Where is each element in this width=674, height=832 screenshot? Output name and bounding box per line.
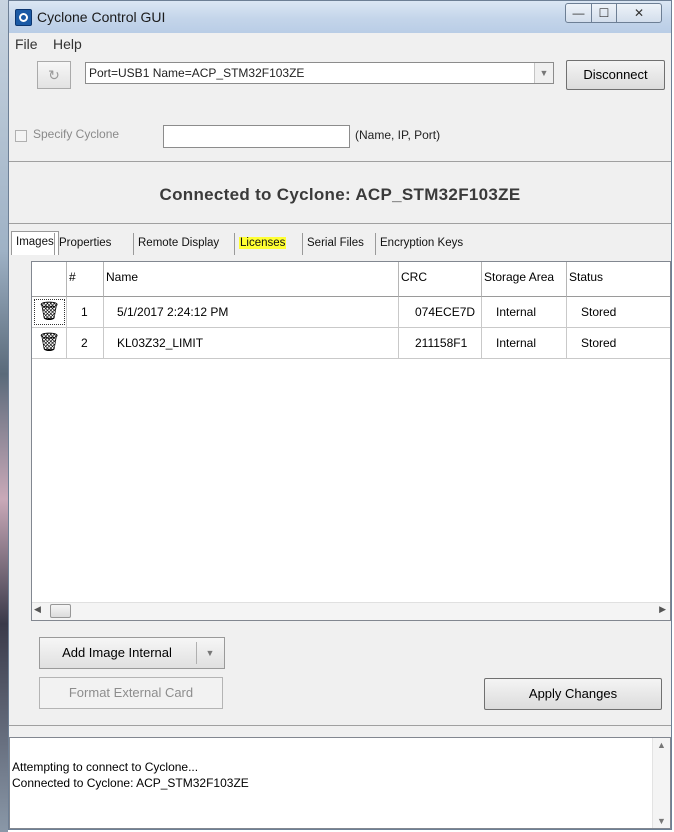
horizontal-scrollbar[interactable]: ◀ ▶ [32,602,670,620]
trash-icon[interactable]: 🗑 [32,328,67,358]
connection-status-heading: Connected to Cyclone: ACP_STM32F103ZE [159,185,521,204]
title-bar[interactable]: Cyclone Control GUI — ☐ ✕ [9,1,671,33]
disconnect-button[interactable]: Disconnect [566,60,665,90]
row-status: Stored [581,336,617,350]
tab-properties[interactable]: Properties [54,233,115,255]
menu-file[interactable]: File [15,36,38,52]
specify-cyclone-hint: (Name, IP, Port) [355,128,441,142]
add-image-split-button[interactable]: Add Image Internal ▼ [39,637,225,669]
scroll-left-icon[interactable]: ◀ [34,604,41,615]
column-header-name[interactable]: Name [104,262,399,297]
column-header-crc[interactable]: CRC [399,262,482,297]
close-button[interactable]: ✕ [616,3,662,23]
tab-licenses-label: Licenses [239,237,287,249]
table-row[interactable]: 🗑 1 5/1/2017 2:24:12 PM 074ECE7D Interna… [32,297,670,328]
scroll-right-icon[interactable]: ▶ [659,604,666,615]
minimize-button[interactable]: — [565,3,592,23]
window-title: Cyclone Control GUI [37,9,166,25]
tab-images[interactable]: Images [11,231,59,255]
vertical-scrollbar[interactable]: ▲ ▼ [652,738,670,828]
row-crc: 211158F1 [399,328,482,358]
log-panel[interactable]: Attempting to connect to Cyclone... Conn… [9,737,671,829]
trash-icon[interactable]: 🗑 [32,297,67,327]
row-name: KL03Z32_LIMIT [104,328,399,358]
add-image-button[interactable]: Add Image Internal [40,638,194,668]
scroll-down-icon[interactable]: ▼ [657,816,666,826]
divider [9,725,671,726]
cyclone-app-icon [15,9,32,26]
specify-cyclone-label: Specify Cyclone [33,127,120,141]
maximize-button[interactable]: ☐ [591,3,617,23]
column-header-number[interactable]: # [67,262,104,297]
log-line: Connected to Cyclone: ACP_STM32F103ZE [12,776,249,790]
row-status: Stored [581,305,617,319]
port-select-value: Port=USB1 Name=ACP_STM32F103ZE [89,66,305,80]
chevron-down-icon[interactable]: ▼ [534,63,553,83]
specify-cyclone-input[interactable] [163,125,350,148]
row-number: 1 [67,297,104,327]
menu-help[interactable]: Help [53,36,82,52]
column-header-delete[interactable] [32,262,67,297]
chevron-down-icon[interactable]: ▼ [196,642,223,664]
desktop-edge [0,0,8,832]
log-line: Attempting to connect to Cyclone... [12,760,199,774]
row-name: 5/1/2017 2:24:12 PM [104,297,399,327]
scroll-up-icon[interactable]: ▲ [657,740,666,750]
row-crc: 074ECE7D [399,297,482,327]
refresh-icon[interactable]: ↻ [37,61,71,89]
row-number: 2 [67,328,104,358]
apply-changes-button[interactable]: Apply Changes [484,678,662,710]
tab-remote-display[interactable]: Remote Display [133,233,223,255]
tab-licenses[interactable]: Licenses [234,233,290,255]
divider [9,161,671,162]
row-storage: Internal [482,297,567,327]
main-window: Cyclone Control GUI — ☐ ✕ File Help ↻ Po… [8,0,672,830]
port-select[interactable]: Port=USB1 Name=ACP_STM32F103ZE ▼ [85,62,554,84]
row-storage: Internal [482,328,567,358]
images-table: # Name CRC Storage Area Status 🗑 1 5/1/2… [31,261,671,621]
table-row[interactable]: 🗑 2 KL03Z32_LIMIT 211158F1 Internal Stor… [32,328,670,359]
column-header-storage-area[interactable]: Storage Area [482,262,567,297]
menu-bar: File Help [9,33,671,55]
scroll-thumb[interactable] [50,604,71,618]
tab-serial-files[interactable]: Serial Files [302,233,368,255]
column-header-status[interactable]: Status [567,262,670,297]
format-external-card-button[interactable]: Format External Card [39,677,223,709]
tab-encryption-keys[interactable]: Encryption Keys [375,233,467,255]
divider [9,223,671,224]
specify-cyclone-checkbox[interactable] [15,130,27,142]
